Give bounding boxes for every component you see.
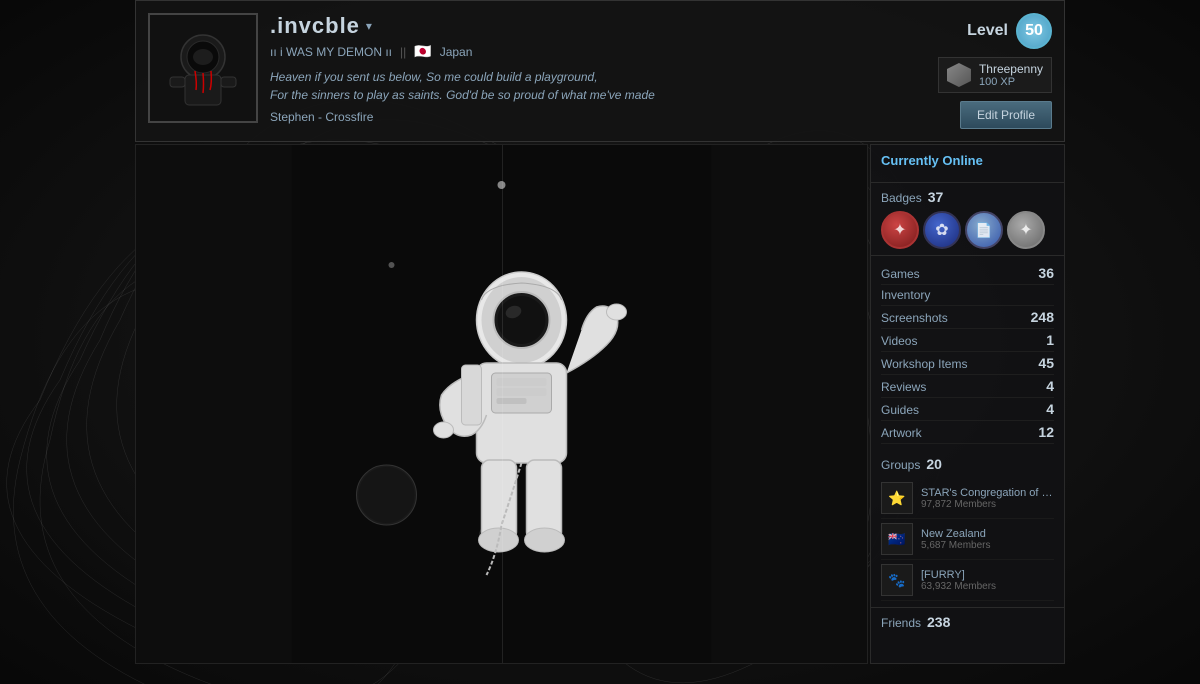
profile-info: .invcble ▾ ıı i WAS MY DEMON ıı || 🇯🇵 Ja… [270,13,860,129]
stat-value-artwork: 12 [1038,424,1054,440]
avatar [148,13,258,123]
badge-blue-icon: ✿ [935,220,948,240]
stat-value-screenshots: 248 [1031,309,1054,325]
badge-item[interactable]: ✦ [881,211,919,249]
edit-profile-button[interactable]: Edit Profile [960,101,1052,129]
content-area: Currently Online Badges 37 ✦ ✿ 📄 [135,144,1065,664]
stat-label-guides: Guides [881,403,1040,417]
status-row: ıı i WAS MY DEMON ıı || 🇯🇵 Japan [270,43,860,60]
stat-row-workshop[interactable]: Workshop Items 45 [881,352,1054,375]
groups-label: Groups [881,458,920,472]
bio-line2: For the sinners to play as saints. God'd… [270,88,655,102]
stat-label-videos: Videos [881,334,1040,348]
badge-silver-icon: ✦ [1019,220,1032,240]
level-label: Level [967,22,1008,40]
online-section: Currently Online [871,145,1064,183]
groups-section: Groups 20 ⭐ STAR's Congregation of Smash… [871,450,1064,608]
stats-section: Games 36 Inventory Screenshots 248 Video… [871,256,1064,450]
stat-label-inventory: Inventory [881,288,1048,302]
stat-label-reviews: Reviews [881,380,1040,394]
friends-header: Friends 238 [881,614,1054,630]
stat-row-reviews[interactable]: Reviews 4 [881,375,1054,398]
badge-item[interactable]: 📄 [965,211,1003,249]
username-text: .invcble [270,13,360,39]
right-sidebar: Currently Online Badges 37 ✦ ✿ 📄 [870,144,1065,664]
group-avatar-star: ⭐ [881,482,913,514]
badges-section: Badges 37 ✦ ✿ 📄 ✦ [871,183,1064,256]
group-members-nz: 5,687 Members [921,540,1054,551]
group-members-furry: 63,932 Members [921,581,1054,592]
group-name-nz: New Zealand [921,528,1054,540]
stat-value-reviews: 4 [1046,378,1054,394]
group-item-star[interactable]: ⭐ STAR's Congregation of Smashing Gents … [881,478,1054,519]
level-number: 50 [1016,13,1052,49]
username-row: .invcble ▾ [270,13,860,39]
achievement-xp: 100 XP [979,76,1043,88]
bio-line1: Heaven if you sent us below, So me could… [270,70,598,84]
status-text: ıı i WAS MY DEMON ıı [270,45,392,59]
stat-row-screenshots[interactable]: Screenshots 248 [881,306,1054,329]
profile-right: Level 50 Threepenny 100 XP Edit Profile [872,13,1052,129]
badge-item[interactable]: ✿ [923,211,961,249]
group-info-star: STAR's Congregation of Smashing Gents 97… [921,487,1054,510]
achievement-info: Threepenny 100 XP [979,62,1043,88]
group-avatar-furry: 🐾 [881,564,913,596]
stat-row-guides[interactable]: Guides 4 [881,398,1054,421]
achievement-row: Threepenny 100 XP [938,57,1052,93]
badge-red-icon: ✦ [893,220,906,240]
group-avatar-nz: 🇳🇿 [881,523,913,555]
group-name-star: STAR's Congregation of Smashing Gents [921,487,1054,499]
stat-label-screenshots: Screenshots [881,311,1025,325]
friends-count: 238 [927,614,950,630]
group-members-star: 97,872 Members [921,499,1054,510]
bio-text: Heaven if you sent us below, So me could… [270,68,860,104]
groups-count: 20 [926,456,942,472]
achievement-shield-icon [947,63,971,87]
stat-row-games[interactable]: Games 36 [881,262,1054,285]
song-credit: Stephen - Crossfire [270,110,860,124]
badges-label: Badges [881,191,922,205]
profile-header: .invcble ▾ ıı i WAS MY DEMON ıı || 🇯🇵 Ja… [135,0,1065,142]
level-badge: Level 50 [967,13,1052,49]
badges-header: Badges 37 [881,189,1054,205]
separator: || [400,45,406,59]
stat-value-guides: 4 [1046,401,1054,417]
groups-header: Groups 20 [881,456,1054,472]
friends-label: Friends [881,616,921,630]
stat-label-games: Games [881,267,1032,281]
group-info-nz: New Zealand 5,687 Members [921,528,1054,551]
stat-value-workshop: 45 [1038,355,1054,371]
location-text: Japan [440,45,473,59]
stat-label-workshop: Workshop Items [881,357,1032,371]
username-dropdown-arrow[interactable]: ▾ [366,19,372,33]
group-item-nz[interactable]: 🇳🇿 New Zealand 5,687 Members [881,519,1054,560]
stat-value-games: 36 [1038,265,1054,281]
group-name-furry: [FURRY] [921,569,1054,581]
currently-online-label: Currently Online [881,153,1054,168]
achievement-name: Threepenny [979,62,1043,76]
profile-showcase [135,144,868,664]
group-info-furry: [FURRY] 63,932 Members [921,569,1054,592]
badge-item[interactable]: ✦ [1007,211,1045,249]
stat-row-artwork[interactable]: Artwork 12 [881,421,1054,444]
friends-section: Friends 238 [871,608,1064,636]
flag-icon: 🇯🇵 [414,43,431,60]
stat-row-videos[interactable]: Videos 1 [881,329,1054,352]
badges-count: 37 [928,189,944,205]
group-item-furry[interactable]: 🐾 [FURRY] 63,932 Members [881,560,1054,601]
avatar-image [150,15,256,121]
main-content: .invcble ▾ ıı i WAS MY DEMON ıı || 🇯🇵 Ja… [135,0,1065,664]
stat-label-artwork: Artwork [881,426,1032,440]
badge-book-icon: 📄 [975,222,992,239]
stat-value-videos: 1 [1046,332,1054,348]
stat-row-inventory[interactable]: Inventory [881,285,1054,306]
badges-grid: ✦ ✿ 📄 ✦ [881,211,1054,249]
